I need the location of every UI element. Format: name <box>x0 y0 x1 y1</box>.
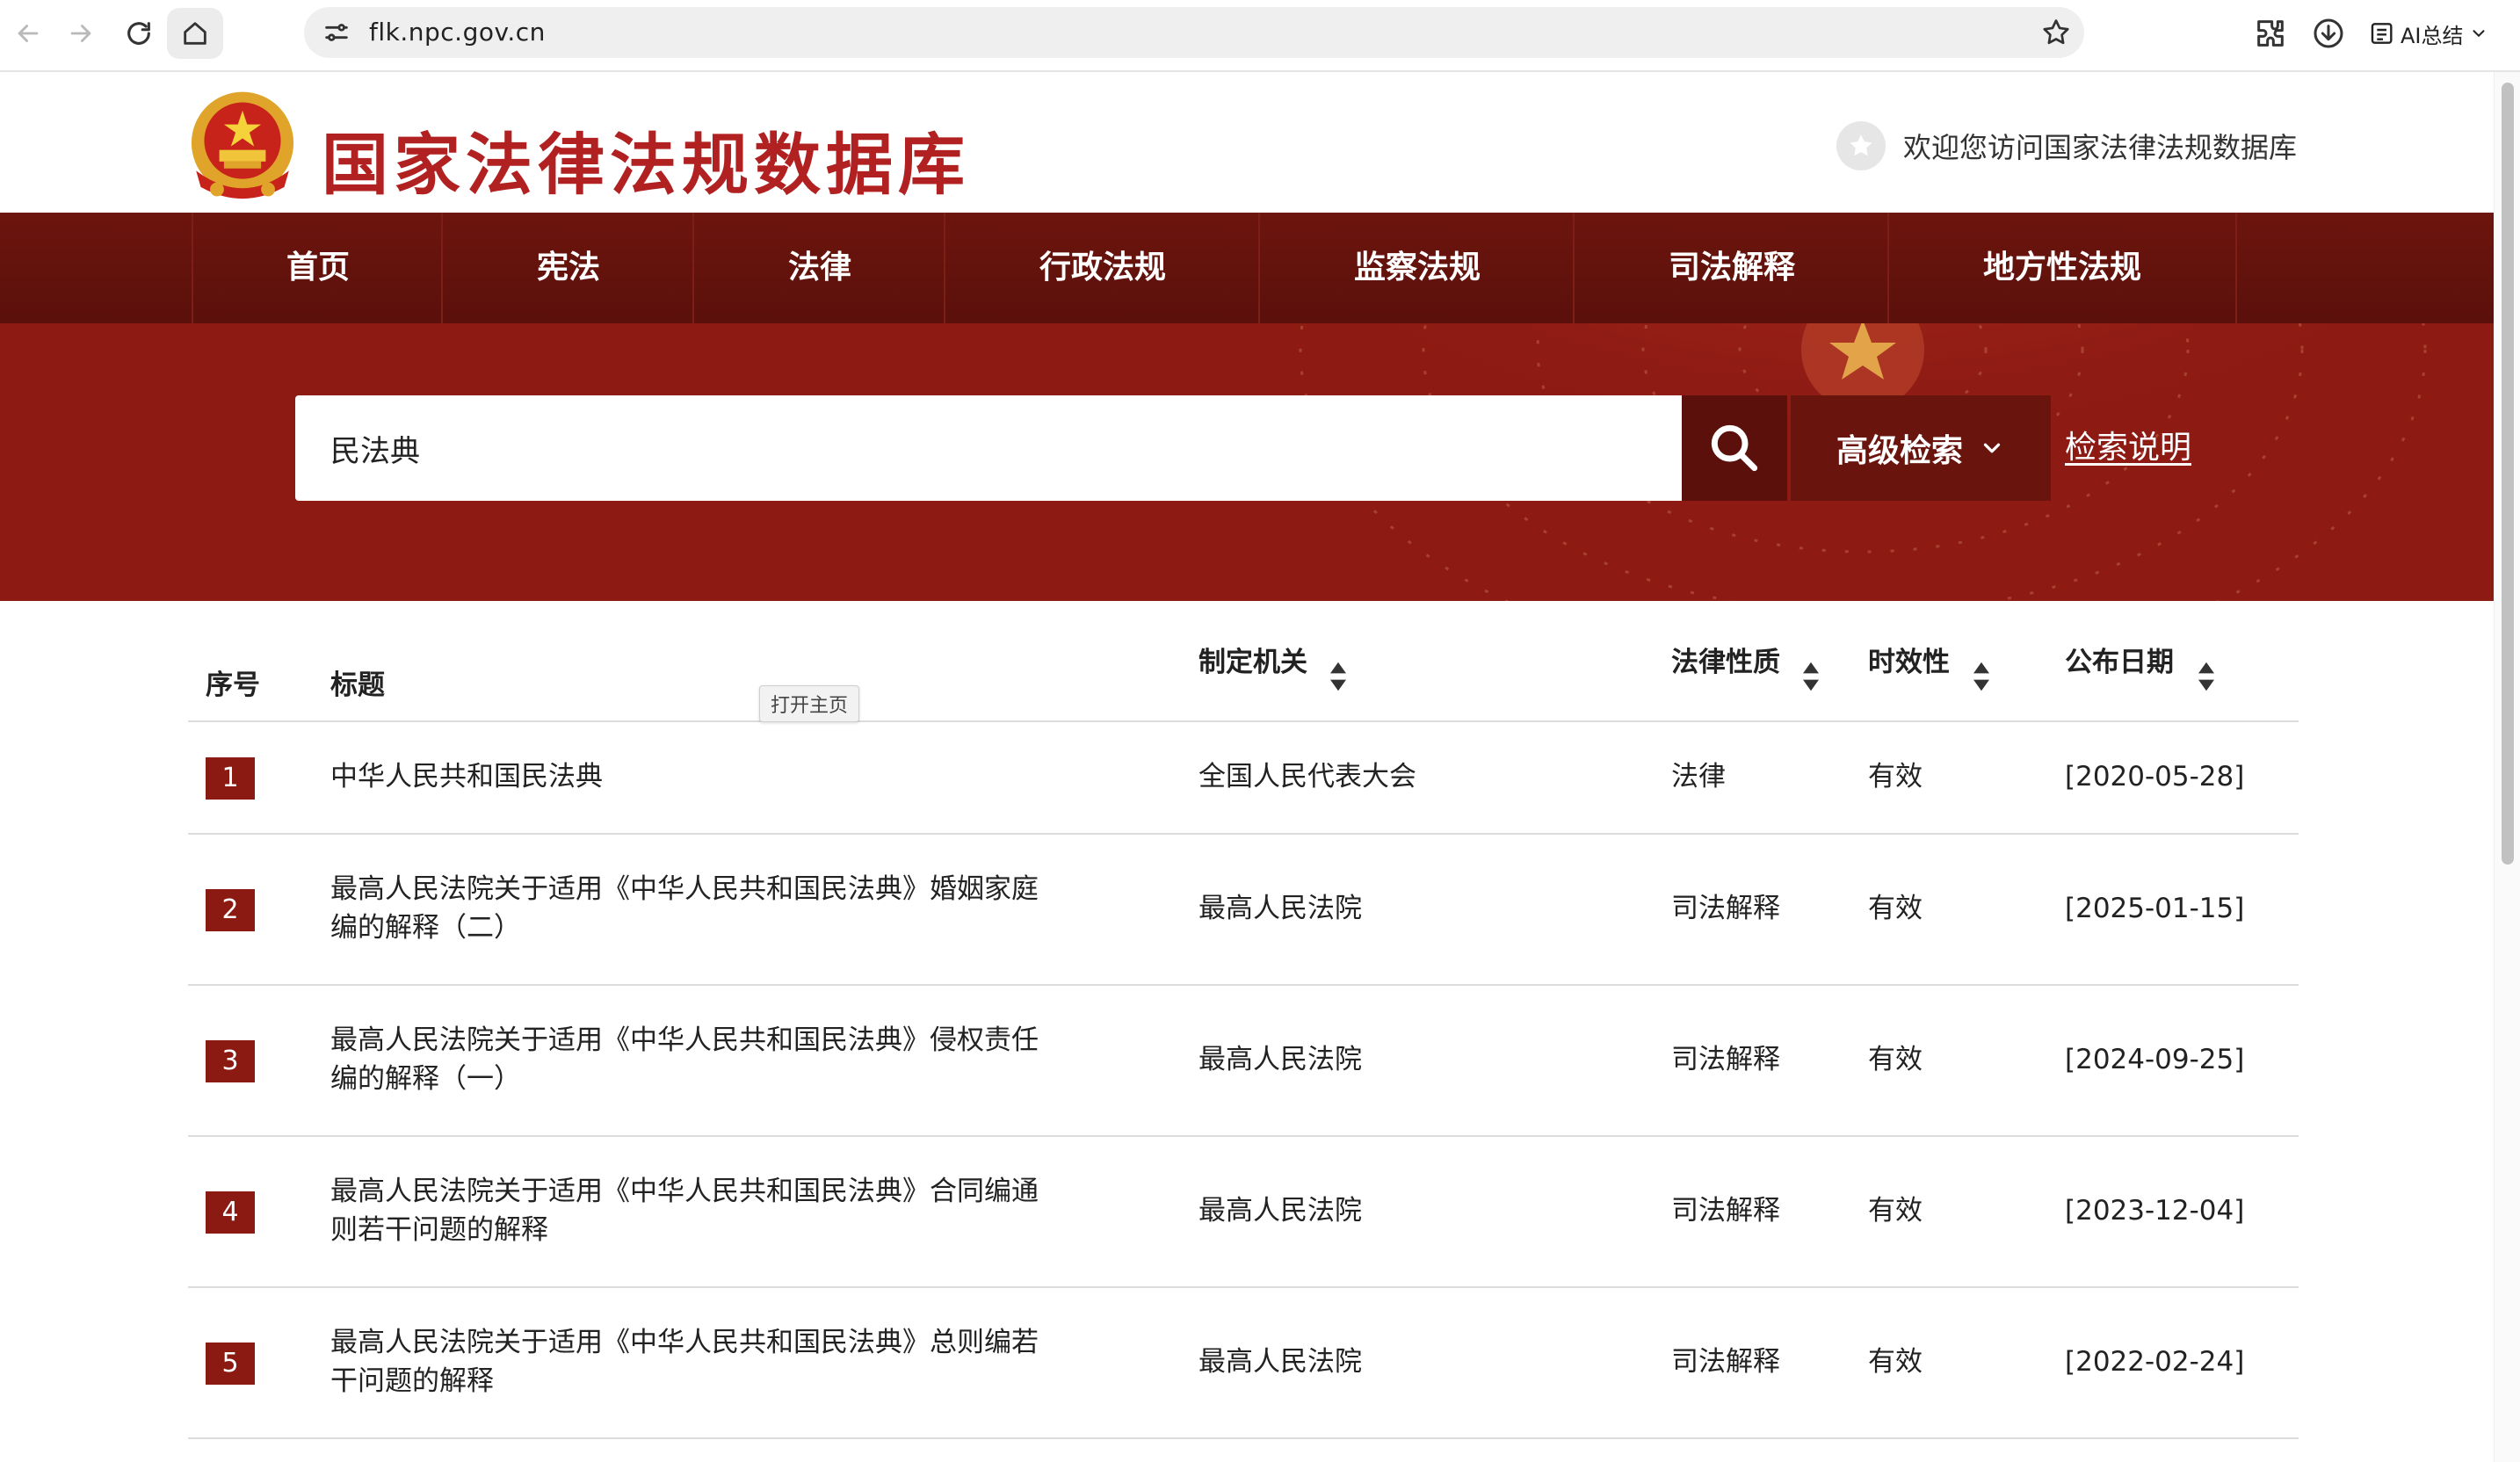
row-date: [2022-02-24] <box>2065 1346 2245 1378</box>
column-header-nature[interactable]: 法律性质 <box>1671 640 1780 679</box>
sort-icon[interactable] <box>1972 661 1991 692</box>
search-banner: 高级检索 检索说明 <box>0 323 2494 601</box>
search-button[interactable] <box>1682 395 1787 501</box>
address-bar[interactable]: flk.npc.gov.cn <box>304 7 2084 58</box>
site-title[interactable]: 国家法律法规数据库 <box>322 111 970 207</box>
arrow-right-icon <box>70 25 91 42</box>
advanced-search-button[interactable]: 高级检索 <box>1791 395 2051 501</box>
ai-summary-label: AI总结 <box>2401 23 2464 48</box>
sort-icon[interactable] <box>2197 661 2216 692</box>
nav-item-local-regulations[interactable]: 地方性法规 <box>1887 213 2237 323</box>
table-row[interactable]: 4 最高人民法院关于适用《中华人民共和国民法典》合同编通则若干问题的解释 最高人… <box>188 1137 2299 1288</box>
extensions-icon[interactable] <box>2253 16 2288 51</box>
row-title-link[interactable]: 中华人民共和国民法典 <box>330 757 1051 796</box>
reload-icon <box>127 22 150 45</box>
welcome-message: 欢迎您访问国家法律法规数据库 <box>1836 121 2297 170</box>
column-header-title: 标题 <box>330 669 385 701</box>
row-nature: 司法解释 <box>1671 1044 1780 1075</box>
row-validity: 有效 <box>1868 1195 1923 1227</box>
row-validity: 有效 <box>1868 1044 1923 1075</box>
column-header-validity[interactable]: 时效性 <box>1868 640 1950 679</box>
download-icon[interactable] <box>2311 16 2346 51</box>
sort-icon[interactable] <box>1801 661 1821 692</box>
site-settings-icon[interactable] <box>322 18 351 47</box>
table-header: 序号 标题 制定机关 法律性质 时效性 公布日期 打开主页 <box>188 601 2299 722</box>
row-number-badge: 3 <box>206 1040 255 1082</box>
column-header-org[interactable]: 制定机关 <box>1198 640 1307 679</box>
search-icon <box>1711 424 1758 472</box>
national-emblem-logo <box>191 91 294 199</box>
row-date: [2020-05-28] <box>2065 761 2245 793</box>
search-help-link[interactable]: 检索说明 <box>2065 395 2191 501</box>
table-row[interactable]: 1 中华人民共和国民法典 全国人民代表大会 法律 有效 [2020-05-28] <box>188 722 2299 835</box>
back-button[interactable] <box>7 12 49 54</box>
results-table: 序号 标题 制定机关 法律性质 时效性 公布日期 打开主页 1 中华人民共和国民… <box>188 601 2299 1439</box>
forward-button[interactable] <box>60 12 102 54</box>
table-row[interactable]: 5 最高人民法院关于适用《中华人民共和国民法典》总则编若干问题的解释 最高人民法… <box>188 1288 2299 1439</box>
row-number-badge: 5 <box>206 1343 255 1385</box>
row-title-link[interactable]: 最高人民法院关于适用《中华人民共和国民法典》合同编通则若干问题的解释 <box>330 1172 1051 1249</box>
row-org: 全国人民代表大会 <box>1198 761 1416 793</box>
arrow-left-icon <box>18 25 39 42</box>
browser-toolbar: flk.npc.gov.cn AI总结 <box>0 0 2520 72</box>
home-icon <box>184 22 206 45</box>
nav-item-constitution[interactable]: 宪法 <box>441 213 694 323</box>
advanced-search-label: 高级检索 <box>1836 433 1963 469</box>
scrollbar-thumb[interactable] <box>2502 83 2514 865</box>
url-text[interactable]: flk.npc.gov.cn <box>369 7 546 58</box>
nav-item-law[interactable]: 法律 <box>692 213 945 323</box>
search-box <box>295 395 1682 501</box>
row-nature: 司法解释 <box>1671 1195 1780 1227</box>
row-date: [2025-01-15] <box>2065 893 2245 924</box>
nav-item-home[interactable]: 首页 <box>192 213 443 323</box>
row-nature: 司法解释 <box>1671 893 1780 924</box>
table-row[interactable]: 3 最高人民法院关于适用《中华人民共和国民法典》侵权责任编的解释（一） 最高人民… <box>188 986 2299 1137</box>
row-nature: 司法解释 <box>1671 1346 1780 1378</box>
row-org: 最高人民法院 <box>1198 893 1362 924</box>
nav-item-supervisory-regulations[interactable]: 监察法规 <box>1258 213 1575 323</box>
table-row[interactable]: 2 最高人民法院关于适用《中华人民共和国民法典》婚姻家庭编的解释（二） 最高人民… <box>188 835 2299 986</box>
sort-icon[interactable] <box>1329 661 1348 692</box>
row-title-link[interactable]: 最高人民法院关于适用《中华人民共和国民法典》侵权责任编的解释（一） <box>330 1021 1051 1098</box>
column-header-index: 序号 <box>206 669 260 701</box>
row-org: 最高人民法院 <box>1198 1044 1362 1075</box>
row-nature: 法律 <box>1671 761 1726 793</box>
row-validity: 有效 <box>1868 1346 1923 1378</box>
bookmark-star-icon[interactable] <box>2040 17 2072 48</box>
column-header-date[interactable]: 公布日期 <box>2065 640 2174 679</box>
search-input[interactable] <box>330 395 1648 501</box>
tooltip: 打开主页 <box>759 685 860 722</box>
reload-button[interactable] <box>118 12 160 54</box>
home-button[interactable] <box>167 8 223 59</box>
site-header: 国家法律法规数据库 欢迎您访问国家法律法规数据库 <box>0 72 2494 213</box>
row-title-link[interactable]: 最高人民法院关于适用《中华人民共和国民法典》总则编若干问题的解释 <box>330 1323 1051 1400</box>
row-title-link[interactable]: 最高人民法院关于适用《中华人民共和国民法典》婚姻家庭编的解释（二） <box>330 870 1051 947</box>
row-validity: 有效 <box>1868 893 1923 924</box>
nav-item-administrative-regulations[interactable]: 行政法规 <box>944 213 1260 323</box>
main-navigation: 首页 宪法 法律 行政法规 监察法规 司法解释 地方性法规 <box>0 213 2494 323</box>
row-date: [2024-09-25] <box>2065 1044 2245 1075</box>
row-date: [2023-12-04] <box>2065 1195 2245 1227</box>
page-scrollbar[interactable] <box>2494 72 2520 1462</box>
welcome-text: 欢迎您访问国家法律法规数据库 <box>1903 131 2298 164</box>
favorite-star-icon[interactable] <box>1836 121 1886 170</box>
nav-item-judicial-interpretations[interactable]: 司法解释 <box>1573 213 1889 323</box>
row-org: 最高人民法院 <box>1198 1346 1362 1378</box>
ai-summary-button[interactable]: AI总结 <box>2369 14 2492 53</box>
chevron-down-icon <box>2472 30 2485 38</box>
row-org: 最高人民法院 <box>1198 1195 1362 1227</box>
row-number-badge: 2 <box>206 889 255 931</box>
row-number-badge: 1 <box>206 757 255 800</box>
row-number-badge: 4 <box>206 1191 255 1234</box>
row-validity: 有效 <box>1868 761 1923 793</box>
chevron-down-icon <box>1983 443 2001 453</box>
ai-summary-icon <box>2371 23 2393 44</box>
